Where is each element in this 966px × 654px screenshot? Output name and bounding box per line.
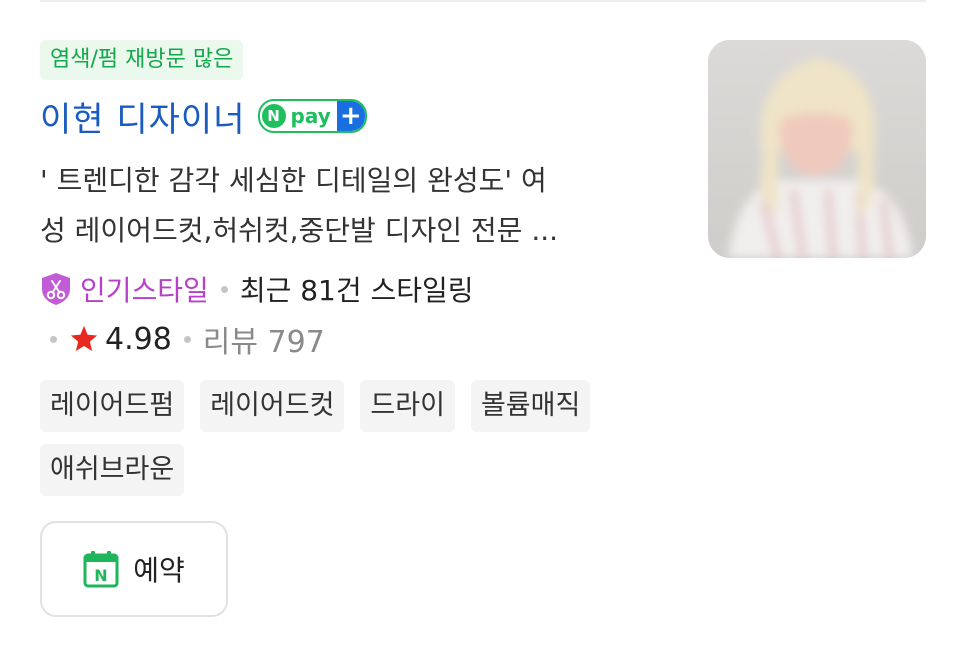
separator-dot xyxy=(183,335,191,343)
calendar-n-icon: N xyxy=(83,551,119,588)
separator-dot xyxy=(220,285,228,293)
title-row: 이현 디자이너 N pay + xyxy=(40,90,367,142)
meta-row: 인기스타일 최근 81건 스타일링 xyxy=(40,266,474,312)
tag-chip[interactable]: 레이어드컷 xyxy=(200,380,345,432)
npay-logo-icon: N pay + xyxy=(257,99,367,133)
rating-value: 4.98 xyxy=(105,321,172,357)
description-line-1: ' 트렌디한 감각 세심한 디테일의 완성도' 여 xyxy=(40,164,547,197)
tag-chip[interactable]: 볼륨매직 xyxy=(470,380,591,432)
popular-style-label[interactable]: 인기스타일 xyxy=(80,269,209,309)
revisit-badge: 염색/펌 재방문 많은 xyxy=(40,40,244,80)
npay-label: pay xyxy=(290,104,331,128)
recent-styling-count: 최근 81건 스타일링 xyxy=(239,274,474,307)
star-icon xyxy=(70,325,98,351)
tag-chip[interactable]: 레이어드펌 xyxy=(40,380,185,432)
calendar-n-letter: N xyxy=(95,566,108,585)
tag-chip[interactable]: 드라이 xyxy=(360,380,455,432)
style-tags: 레이어드펌 레이어드컷 드라이 볼륨매직 애쉬브라운 xyxy=(40,380,600,496)
rating-row: 4.98 리뷰 797 xyxy=(50,318,325,360)
tag-chip[interactable]: 애쉬브라운 xyxy=(40,444,185,496)
npay-n-mark: N xyxy=(261,104,286,128)
scissors-shield-icon xyxy=(42,273,70,305)
reserve-button[interactable]: N 예약 xyxy=(40,521,228,617)
designer-description[interactable]: ' 트렌디한 감각 세심한 디테일의 완성도' 여 성 레이어드컷,허쉬컷,중단… xyxy=(40,156,662,256)
designer-photo[interactable] xyxy=(708,40,926,258)
designer-photo-image xyxy=(708,40,926,258)
top-divider xyxy=(40,0,926,2)
reserve-label: 예약 xyxy=(133,554,185,587)
review-count[interactable]: 리뷰 797 xyxy=(203,317,325,361)
description-line-2: 성 레이어드컷,허쉬컷,중단발 디자인 전문 ... xyxy=(40,214,559,247)
npay-plus-mark: + xyxy=(336,101,365,131)
separator-dot xyxy=(50,335,57,343)
designer-name[interactable]: 이현 디자이너 xyxy=(40,92,246,141)
